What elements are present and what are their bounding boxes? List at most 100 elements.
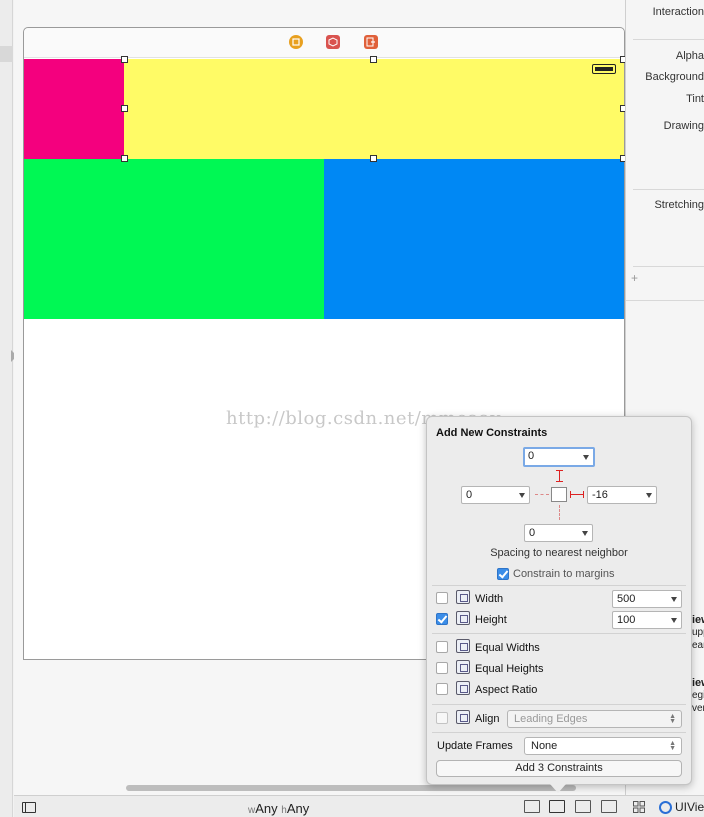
resize-handle[interactable] [121, 105, 128, 112]
align-constraint-icon [456, 710, 470, 724]
resize-handle[interactable] [370, 155, 377, 162]
chevron-down-icon [646, 493, 652, 498]
library-fragment: egio [692, 690, 704, 701]
bottom-spacing-field[interactable]: 0 [524, 524, 593, 542]
right-strut-cap [583, 491, 584, 498]
left-spacing-field[interactable]: 0 [461, 486, 530, 504]
width-label: Width [475, 593, 504, 605]
update-frames-select[interactable]: None ▲ ▼ [524, 737, 682, 755]
align-label: Align [475, 713, 500, 725]
chevron-down-icon [519, 493, 525, 498]
bottom-spacing-value: 0 [529, 527, 536, 539]
update-frames-label: Update Frames [437, 740, 513, 752]
up-down-arrows-icon: ▲ ▼ [669, 713, 676, 725]
top-spacing-field[interactable]: 0 [523, 447, 595, 467]
library-fragment: ver [692, 703, 704, 714]
inspector-divider [626, 300, 704, 301]
align-select-value: Leading Edges [514, 713, 588, 725]
height-checkbox[interactable] [436, 613, 448, 625]
width-value-field[interactable]: 500 [612, 590, 682, 608]
library-fragment: upp [692, 627, 704, 638]
library-filter-label: UIView [675, 800, 704, 814]
left-gutter [0, 0, 13, 817]
view-controller-icon[interactable] [289, 35, 303, 49]
left-strut-inactive[interactable] [535, 494, 549, 495]
equal-widths-checkbox[interactable] [436, 641, 448, 653]
popover-arrow [550, 784, 566, 793]
inspector-label-drawing: Drawing [663, 120, 704, 132]
width-value: 500 [617, 593, 636, 605]
inspector-label-stretching: Stretching [654, 199, 704, 211]
object-library-filter-icon[interactable] [659, 801, 672, 814]
popover-divider [432, 732, 686, 733]
height-constraint-icon [456, 611, 470, 625]
width-class-value: Any [255, 801, 278, 816]
inspector-label-background: Background [645, 71, 704, 83]
document-outline-toggle-icon[interactable] [22, 802, 36, 813]
width-checkbox[interactable] [436, 592, 448, 604]
exit-icon[interactable] [364, 35, 378, 49]
equal-heights-label: Equal Heights [475, 663, 544, 675]
bottom-strut-inactive[interactable] [559, 505, 560, 520]
update-frames-value: None [531, 740, 558, 752]
aspect-ratio-label: Aspect Ratio [475, 684, 538, 696]
left-spacing-value: 0 [466, 489, 473, 501]
constrain-margins-checkbox[interactable] [497, 568, 509, 580]
resolve-auto-layout-icon[interactable] [575, 800, 591, 813]
align-select[interactable]: Leading Edges ▲ ▼ [507, 710, 682, 728]
green-view[interactable] [24, 159, 324, 319]
chevron-down-icon [671, 618, 677, 623]
top-spacing-value: 0 [528, 450, 535, 462]
inspector-divider [633, 266, 704, 267]
spacing-label: Spacing to nearest neighbor [490, 547, 628, 559]
size-class-selector[interactable]: wAny hAny [248, 801, 309, 816]
align-icon[interactable] [524, 800, 540, 813]
popover-divider [432, 704, 686, 705]
popover-title: Add New Constraints [436, 427, 548, 439]
first-responder-icon[interactable] [326, 35, 340, 49]
blue-view[interactable] [324, 159, 624, 319]
align-checkbox[interactable] [436, 712, 448, 724]
pin-icon[interactable] [549, 800, 565, 813]
inspector-label-alpha: Alpha [675, 50, 704, 62]
resize-handle[interactable] [121, 56, 128, 63]
top-strut-cap [556, 481, 563, 482]
right-spacing-value: -16 [592, 489, 608, 501]
scene-dock [24, 28, 624, 58]
height-value-field[interactable]: 100 [612, 611, 682, 629]
chevron-down-icon [671, 597, 677, 602]
equal-heights-icon [456, 660, 470, 674]
constraint-target-box [551, 487, 567, 502]
library-fragment: iew [692, 677, 704, 689]
inspector-label-tint: Tint [686, 93, 704, 105]
resizing-behavior-icon[interactable] [601, 800, 617, 813]
inspector-divider [633, 189, 704, 190]
right-spacing-field[interactable]: -16 [587, 486, 657, 504]
resize-handle[interactable] [121, 155, 128, 162]
aspect-ratio-icon [456, 681, 470, 695]
inspector-divider [633, 39, 704, 40]
battery-icon [592, 64, 616, 74]
right-strut-active[interactable] [570, 494, 583, 495]
height-label: Height [475, 614, 507, 626]
height-value: 100 [617, 614, 636, 626]
equal-widths-label: Equal Widths [475, 642, 540, 654]
popover-divider [432, 585, 686, 586]
height-class-value: Any [286, 801, 310, 816]
add-variation-button[interactable]: + [631, 271, 638, 285]
equal-heights-checkbox[interactable] [436, 662, 448, 674]
chevron-down-icon [583, 455, 589, 460]
library-fragment: ean [692, 640, 704, 651]
up-down-arrows-icon: ▲ ▼ [669, 740, 676, 752]
aspect-ratio-checkbox[interactable] [436, 683, 448, 695]
resize-handle[interactable] [370, 56, 377, 63]
chevron-down-icon [582, 531, 588, 536]
add-constraints-button[interactable]: Add 3 Constraints [436, 760, 682, 777]
library-fragment: iew [692, 614, 704, 626]
yellow-view-selected[interactable] [124, 59, 624, 159]
gutter-marker [0, 46, 13, 62]
grid-view-icon[interactable] [633, 801, 645, 813]
horizontal-scrollbar[interactable] [126, 785, 576, 791]
pink-view[interactable] [24, 59, 124, 159]
constrain-margins-label: Constrain to margins [513, 568, 615, 580]
